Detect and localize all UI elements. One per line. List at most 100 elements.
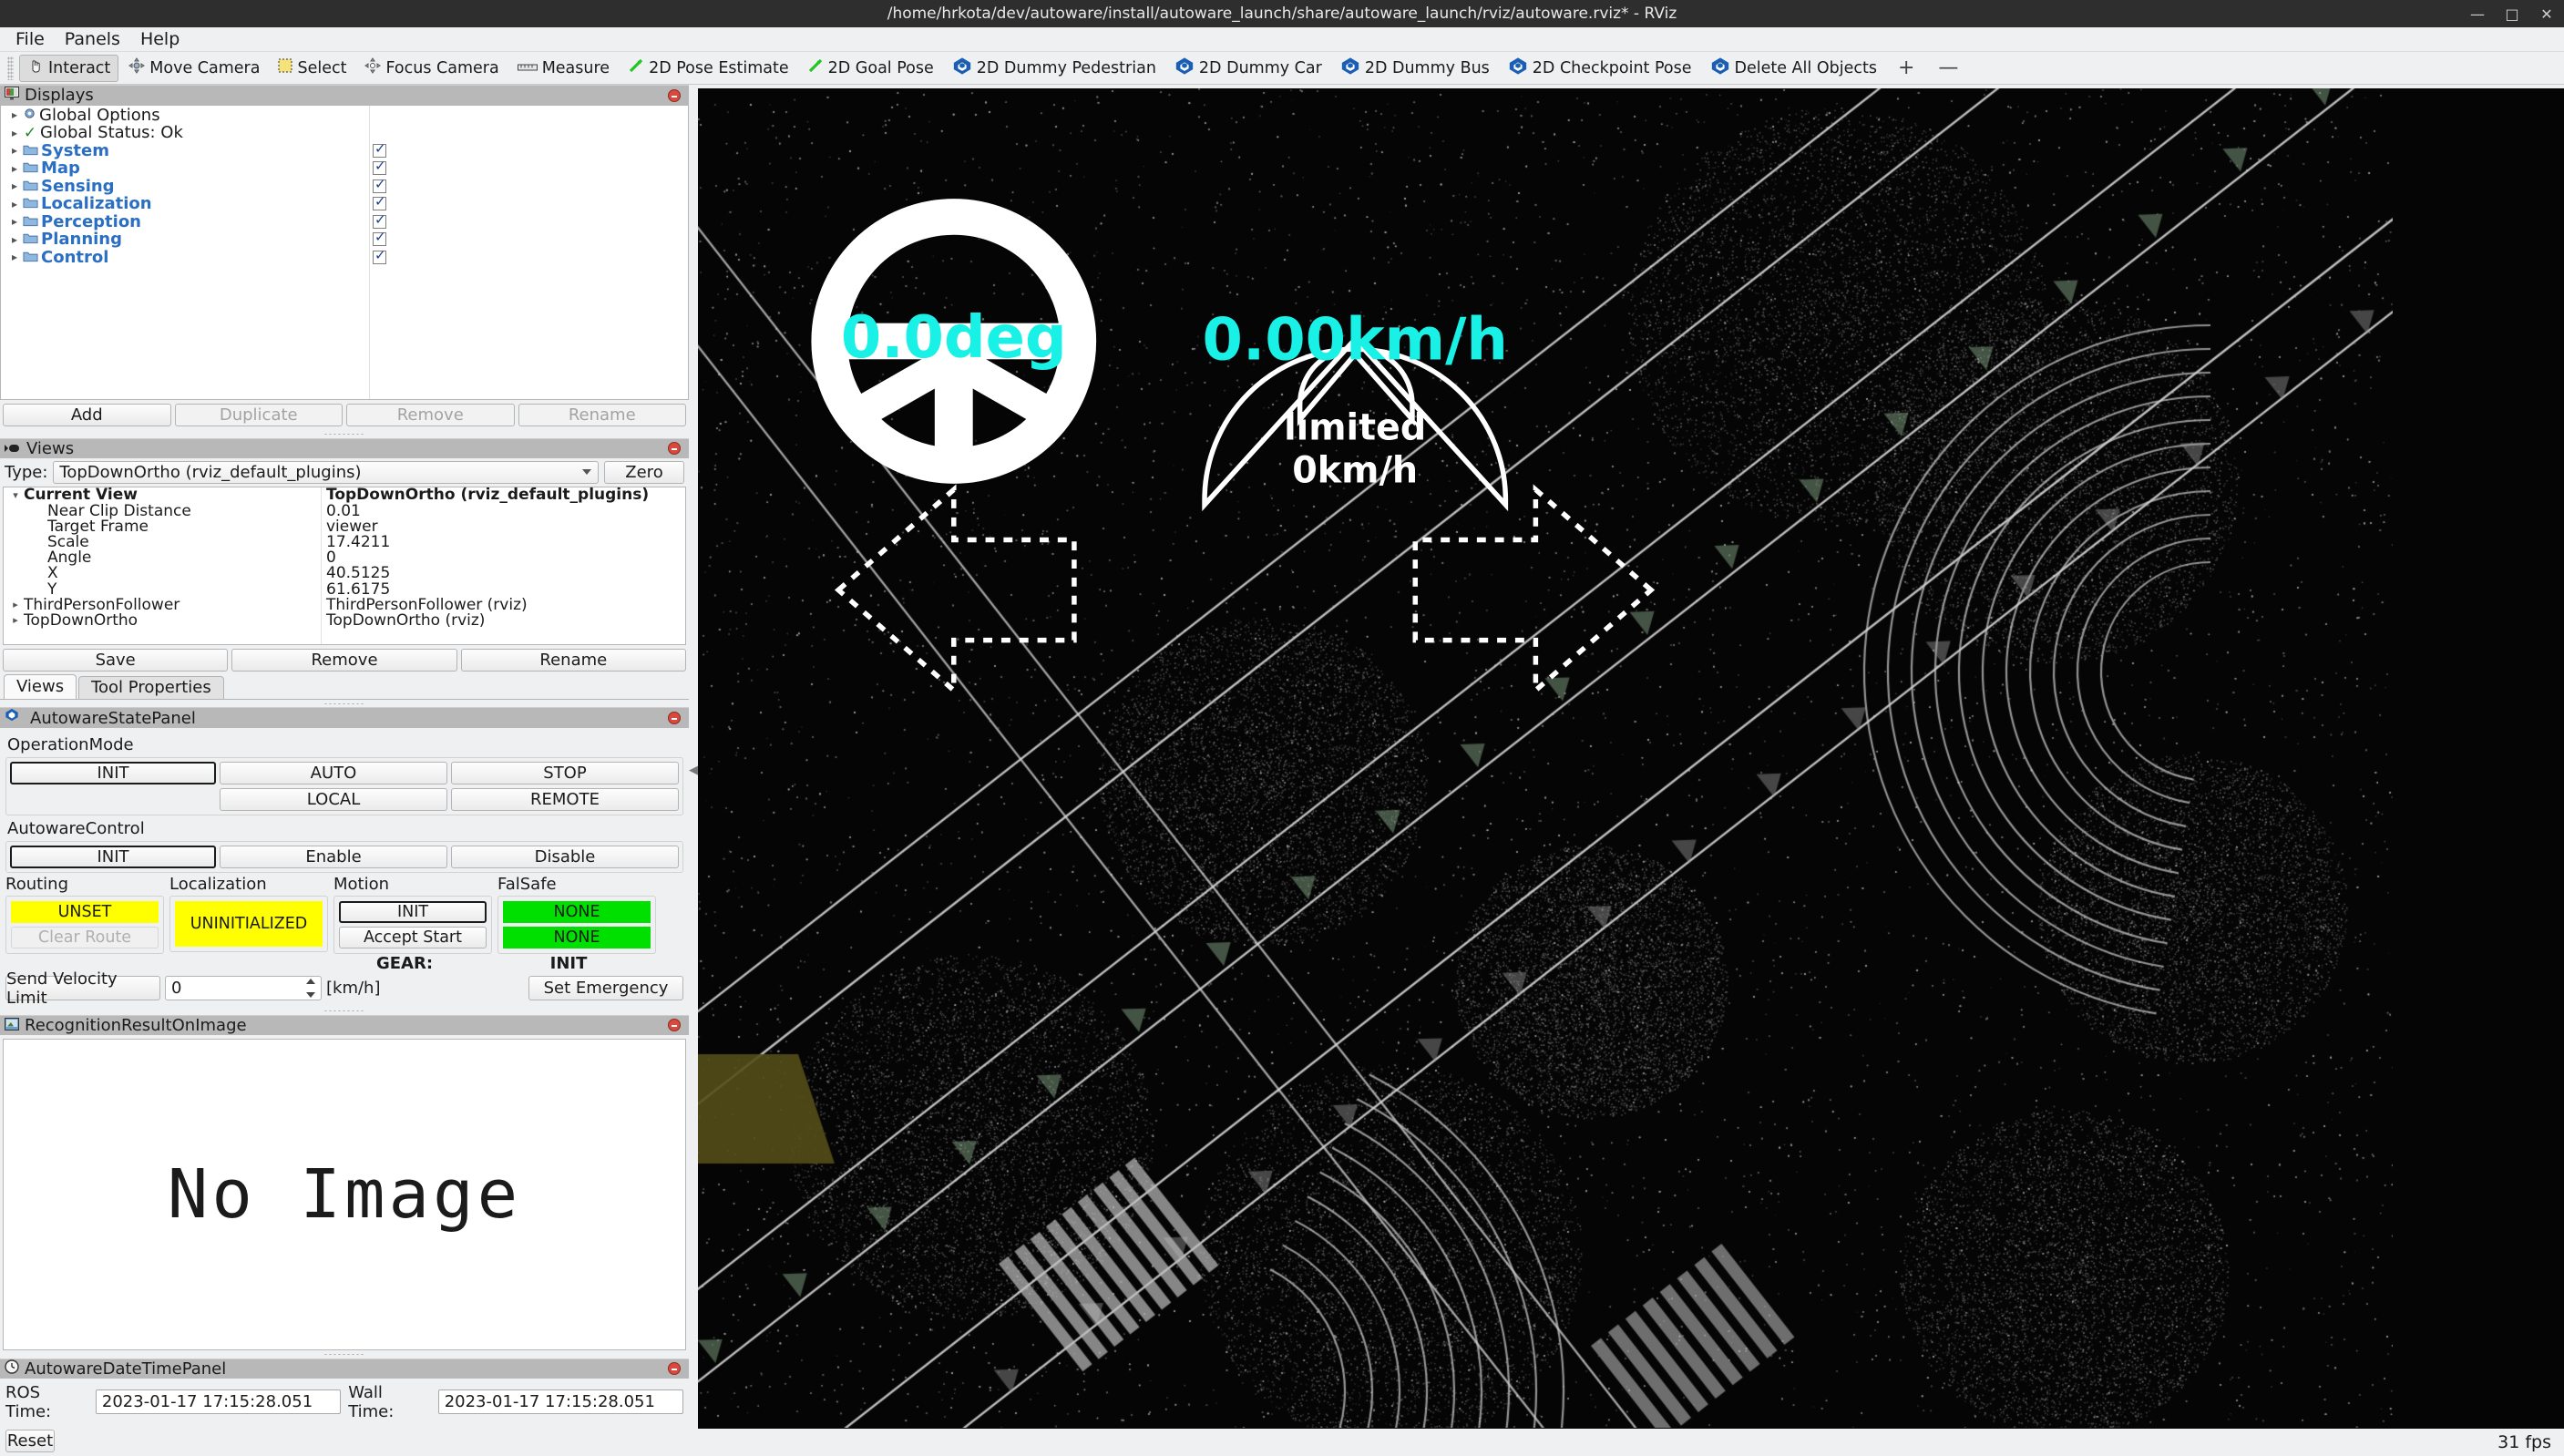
expand-arrow-icon[interactable]: ▸ [6, 144, 23, 157]
operation-mode-remote-button[interactable]: REMOTE [451, 788, 679, 811]
view-property-row[interactable]: Near Clip Distance0.01 [4, 503, 685, 518]
views-remove-button[interactable]: Remove [231, 649, 456, 672]
display-row-checkbox[interactable] [373, 179, 386, 193]
tool-button-delete-all-objects[interactable]: Delete All Objects [1702, 55, 1885, 82]
expand-arrow-icon[interactable]: ▸ [6, 215, 23, 228]
expand-arrow-icon[interactable]: ▸ [7, 599, 24, 610]
recognition-datetime-splitter[interactable] [0, 1350, 689, 1358]
tool-button-select[interactable]: Select [270, 55, 354, 82]
view-property-row[interactable]: Scale17.4211 [4, 534, 685, 549]
wall-time-input[interactable]: 2023-01-17 17:15:28.051 [438, 1389, 683, 1414]
reset-button[interactable]: Reset [5, 1430, 55, 1452]
expand-arrow-icon[interactable]: ▸ [6, 233, 23, 246]
view-property-row[interactable]: Y61.6175 [4, 581, 685, 597]
expand-arrow-icon[interactable]: ▸ [6, 127, 23, 139]
autoware-control-current[interactable]: INIT [10, 846, 216, 868]
clear-route-button[interactable]: Clear Route [11, 927, 159, 948]
display-row-checkbox[interactable] [373, 161, 386, 175]
displays-add-button[interactable]: Add [3, 404, 171, 426]
spinner-arrows-icon[interactable] [303, 979, 318, 998]
displays-remove-button[interactable]: Remove [346, 404, 515, 426]
operation-mode-auto-button[interactable]: AUTO [220, 762, 447, 784]
state-recognition-splitter[interactable] [0, 1007, 689, 1014]
send-velocity-limit-button[interactable]: Send Velocity Limit [5, 976, 160, 1000]
datetime-panel-close-icon[interactable] [668, 1362, 681, 1375]
displays-panel-close-icon[interactable] [668, 89, 681, 102]
tab-tool-properties[interactable]: Tool Properties [78, 676, 224, 699]
display-row-localization[interactable]: ▸Localization [1, 195, 688, 213]
autoware-control-disable-button[interactable]: Disable [451, 846, 679, 868]
view-property-row[interactable]: Target Frameviewer [4, 518, 685, 534]
expand-arrow-icon[interactable]: ▸ [7, 614, 24, 626]
tool-button-2d-checkpoint-pose[interactable]: 2D Checkpoint Pose [1500, 55, 1700, 82]
autoware-control-enable-button[interactable]: Enable [220, 846, 447, 868]
views-save-button[interactable]: Save [3, 649, 228, 672]
view-property-row[interactable]: ▸TopDownOrthoTopDownOrtho (rviz) [4, 612, 685, 628]
tool-button-2d-goal-pose[interactable]: 2D Goal Pose [799, 55, 942, 82]
maximize-button[interactable]: □ [2504, 5, 2520, 23]
toolbar-drag-handle[interactable] [7, 56, 14, 80]
views-zero-button[interactable]: Zero [604, 461, 684, 484]
tool-button-2d-dummy-car[interactable]: 2D Dummy Car [1166, 55, 1330, 82]
tool-button-2d-dummy-pedestrian[interactable]: 2D Dummy Pedestrian [944, 55, 1164, 82]
displays-tree[interactable]: ▸Global Options▸✓Global Status: Ok▸Syste… [0, 105, 689, 400]
remove-tool-button[interactable]: — [1927, 56, 1969, 79]
view-property-row[interactable]: ▸ThirdPersonFollowerThirdPersonFollower … [4, 597, 685, 612]
display-row-checkbox[interactable] [373, 251, 386, 264]
display-row-global-options[interactable]: ▸Global Options [1, 106, 688, 124]
expand-arrow-icon[interactable]: ▸ [6, 179, 23, 192]
views-property-tree[interactable]: ▾Current ViewTopDownOrtho (rviz_default_… [3, 487, 686, 645]
state-panel-close-icon[interactable] [668, 712, 681, 724]
render-viewport-3d[interactable]: 0.0deg 0.00km/h limited 0km/h [698, 88, 2564, 1429]
operation-mode-local-button[interactable]: LOCAL [220, 788, 447, 811]
display-row-planning[interactable]: ▸Planning [1, 231, 688, 249]
main-splitter-handle[interactable]: ◀ [689, 85, 698, 1456]
tool-button-measure[interactable]: Measure [509, 55, 618, 82]
expand-arrow-icon[interactable]: ▸ [6, 162, 23, 175]
view-property-row[interactable]: Angle0 [4, 550, 685, 566]
display-row-perception[interactable]: ▸Perception [1, 212, 688, 231]
views-panel-close-icon[interactable] [668, 442, 681, 455]
views-rename-button[interactable]: Rename [461, 649, 686, 672]
expand-arrow-icon[interactable]: ▸ [6, 108, 23, 121]
expand-arrow-icon[interactable]: ▸ [6, 251, 23, 263]
minimize-button[interactable]: — [2469, 5, 2486, 23]
operation-mode-stop-button[interactable]: STOP [451, 762, 679, 784]
views-type-combo[interactable]: TopDownOrtho (rviz_default_plugins) [53, 461, 599, 484]
tool-button-move-camera[interactable]: Move Camera [120, 55, 268, 82]
displays-duplicate-button[interactable]: Duplicate [175, 404, 344, 426]
add-tool-button[interactable]: + [1887, 56, 1925, 79]
menu-item-panels[interactable]: Panels [55, 27, 130, 51]
displays-views-splitter[interactable] [0, 430, 689, 437]
display-row-sensing[interactable]: ▸Sensing [1, 177, 688, 195]
velocity-limit-input[interactable]: 0 [165, 976, 322, 1000]
accept-start-button[interactable]: Accept Start [339, 927, 487, 948]
display-row-checkbox[interactable] [373, 232, 386, 246]
views-state-splitter[interactable] [0, 700, 689, 707]
display-row-map[interactable]: ▸Map [1, 159, 688, 178]
display-row-global-status-ok[interactable]: ▸✓Global Status: Ok [1, 124, 688, 142]
recognition-panel-close-icon[interactable] [668, 1019, 681, 1031]
view-property-row[interactable]: ▾Current ViewTopDownOrtho (rviz_default_… [4, 487, 685, 503]
display-row-control[interactable]: ▸Control [1, 248, 688, 266]
tool-button-interact[interactable]: Interact [19, 55, 118, 82]
operation-mode-current[interactable]: INIT [10, 762, 216, 784]
tool-button-focus-camera[interactable]: Focus Camera [356, 55, 507, 82]
menu-item-help[interactable]: Help [130, 27, 190, 51]
display-row-checkbox[interactable] [373, 215, 386, 229]
expand-arrow-icon[interactable]: ▸ [6, 198, 23, 210]
close-button[interactable]: ✕ [2538, 5, 2555, 23]
ros-time-input[interactable]: 2023-01-17 17:15:28.051 [96, 1389, 341, 1414]
display-row-system[interactable]: ▸System [1, 141, 688, 159]
tab-views[interactable]: Views [4, 674, 77, 699]
menu-item-file[interactable]: File [5, 27, 55, 51]
display-row-checkbox[interactable] [373, 144, 386, 158]
view-property-row[interactable]: X40.5125 [4, 566, 685, 581]
tool-button-2d-dummy-bus[interactable]: 2D Dummy Bus [1332, 55, 1498, 82]
displays-rename-button[interactable]: Rename [518, 404, 687, 426]
expand-arrow-icon[interactable]: ▾ [7, 489, 24, 501]
set-emergency-button[interactable]: Set Emergency [528, 976, 683, 1000]
display-row-checkbox[interactable] [373, 197, 386, 210]
collapse-left-icon[interactable]: ◀ [689, 764, 698, 777]
tool-button-2d-pose-estimate[interactable]: 2D Pose Estimate [620, 55, 797, 82]
